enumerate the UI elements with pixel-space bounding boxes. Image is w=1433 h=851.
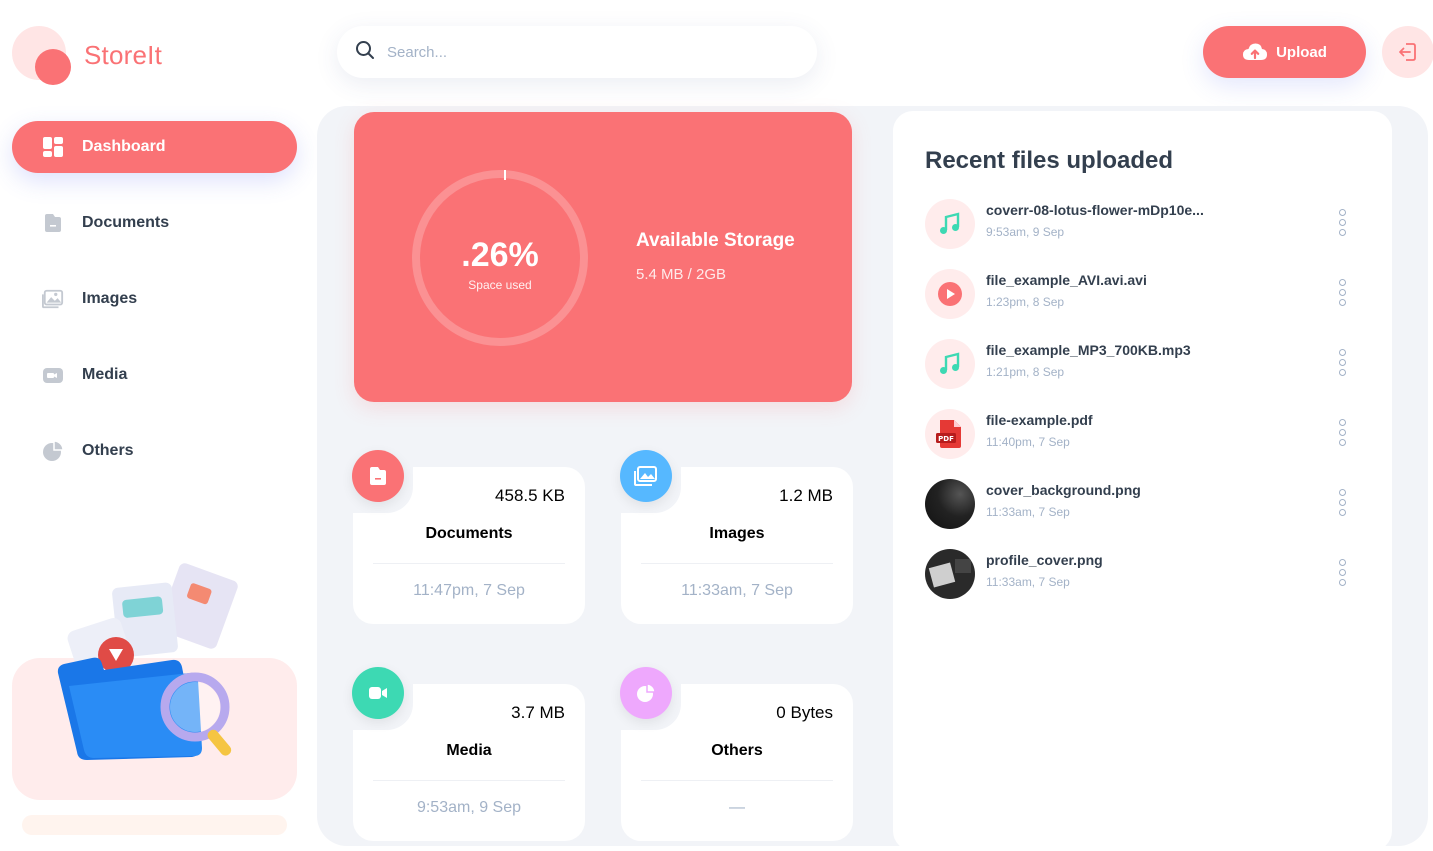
files-illustration <box>12 563 297 800</box>
divider <box>641 780 833 781</box>
sidebar-user-card <box>22 815 287 835</box>
list-item[interactable]: PDF file-example.pdf 11:40pm, 7 Sep <box>925 409 1365 461</box>
divider <box>373 780 565 781</box>
cloud-upload-icon <box>1243 43 1268 60</box>
list-item[interactable]: coverr-08-lotus-flower-mDp10e... 9:53am,… <box>925 199 1365 251</box>
more-options-icon[interactable] <box>1336 209 1348 241</box>
image-icon <box>42 288 64 310</box>
search-input[interactable] <box>387 43 787 61</box>
list-item[interactable]: file_example_MP3_700KB.mp3 1:21pm, 8 Sep <box>925 339 1365 391</box>
more-options-icon[interactable] <box>1336 349 1348 381</box>
category-size: 3.7 MB <box>511 703 565 722</box>
sidebar-item-images[interactable]: Images <box>12 273 297 325</box>
sidebar-nav: Dashboard Documents Images Media Others <box>12 121 297 501</box>
category-label: Others <box>711 742 763 759</box>
storage-percent-label: Space used <box>468 278 532 292</box>
recent-files-panel: Recent files uploaded coverr-08-lotus-fl… <box>893 111 1392 851</box>
sidebar: StoreIt Dashboard Documents Images Media <box>0 0 310 835</box>
file-name: file_example_AVI.avi.avi <box>986 272 1147 288</box>
pie-icon <box>42 440 64 462</box>
music-icon <box>925 339 975 389</box>
upload-label: Upload <box>1276 43 1327 61</box>
category-size: 458.5 KB <box>495 486 565 505</box>
storage-usage: 5.4 MB / 2GB <box>636 266 727 283</box>
sidebar-item-label: Media <box>82 366 128 383</box>
logout-button[interactable] <box>1382 26 1433 78</box>
logout-icon <box>1399 43 1416 61</box>
more-options-icon[interactable] <box>1336 419 1348 451</box>
file-name: coverr-08-lotus-flower-mDp10e... <box>986 202 1204 218</box>
file-name: profile_cover.png <box>986 552 1103 568</box>
sidebar-item-label: Dashboard <box>82 138 166 155</box>
more-options-icon[interactable] <box>1336 559 1348 591</box>
pie-icon <box>620 667 672 719</box>
file-date: 9:53am, 9 Sep <box>986 225 1065 239</box>
storage-percent: .26% <box>461 236 539 274</box>
sidebar-item-documents[interactable]: Documents <box>12 197 297 249</box>
list-item[interactable]: profile_cover.png 11:33am, 7 Sep <box>925 549 1365 601</box>
category-date: 9:53am, 9 Sep <box>416 799 522 816</box>
file-date: 1:23pm, 8 Sep <box>986 295 1065 309</box>
search-bar[interactable] <box>337 26 817 78</box>
file-date: 11:40pm, 7 Sep <box>986 435 1070 449</box>
category-size: 1.2 MB <box>779 486 833 505</box>
file-name: file-example.pdf <box>986 412 1093 428</box>
file-name: file_example_MP3_700KB.mp3 <box>986 342 1191 358</box>
sidebar-item-label: Documents <box>82 214 170 231</box>
recent-files-title: Recent files uploaded <box>925 147 1174 174</box>
music-icon <box>925 199 975 249</box>
storage-summary-card: .26% Space used Available Storage 5.4 MB… <box>354 112 852 402</box>
category-label: Images <box>709 525 765 542</box>
svg-text:PDF: PDF <box>938 435 954 443</box>
video-icon <box>352 667 404 719</box>
file-date: 1:21pm, 8 Sep <box>986 365 1065 379</box>
pdf-icon: PDF <box>925 409 975 459</box>
image-thumbnail <box>925 479 975 529</box>
divider <box>373 563 565 564</box>
category-date: 11:33am, 7 Sep <box>681 582 793 599</box>
search-icon <box>355 40 375 65</box>
category-card-media[interactable]: 3.7 MB Media 9:53am, 9 Sep <box>352 667 585 841</box>
video-icon <box>42 364 64 386</box>
storage-ring-fill <box>504 170 506 180</box>
more-options-icon[interactable] <box>1336 489 1348 521</box>
play-icon <box>925 269 975 319</box>
image-icon <box>620 450 672 502</box>
category-size: 0 Bytes <box>776 703 833 722</box>
file-date: 11:33am, 7 Sep <box>986 505 1070 519</box>
sidebar-item-label: Others <box>82 442 134 459</box>
logo[interactable]: StoreIt <box>12 26 212 86</box>
app-name: StoreIt <box>84 40 162 70</box>
category-date: 11:47pm, 7 Sep <box>413 582 525 599</box>
category-card-others[interactable]: 0 Bytes Others — <box>620 667 853 841</box>
category-label: Media <box>446 742 492 759</box>
category-label: Documents <box>425 525 513 542</box>
sidebar-item-media[interactable]: Media <box>12 349 297 401</box>
dashboard-icon <box>42 136 64 158</box>
storage-ring-chart: .26% Space used <box>412 170 588 346</box>
document-icon <box>42 212 64 234</box>
category-card-documents[interactable]: 458.5 KB Documents 11:47pm, 7 Sep <box>352 450 585 624</box>
sidebar-item-dashboard[interactable]: Dashboard <box>12 121 297 173</box>
sidebar-item-others[interactable]: Others <box>12 425 297 477</box>
upload-button[interactable]: Upload <box>1203 26 1366 78</box>
logo-mark-front <box>35 49 71 85</box>
category-date: — <box>729 799 745 816</box>
divider <box>641 563 833 564</box>
document-icon <box>352 450 404 502</box>
storage-title: Available Storage <box>636 230 795 251</box>
category-card-images[interactable]: 1.2 MB Images 11:33am, 7 Sep <box>620 450 853 624</box>
file-date: 11:33am, 7 Sep <box>986 575 1070 589</box>
image-thumbnail <box>925 549 975 599</box>
file-name: cover_background.png <box>986 482 1141 498</box>
list-item[interactable]: file_example_AVI.avi.avi 1:23pm, 8 Sep <box>925 269 1365 321</box>
sidebar-item-label: Images <box>82 290 138 307</box>
list-item[interactable]: cover_background.png 11:33am, 7 Sep <box>925 479 1365 531</box>
more-options-icon[interactable] <box>1336 279 1348 311</box>
